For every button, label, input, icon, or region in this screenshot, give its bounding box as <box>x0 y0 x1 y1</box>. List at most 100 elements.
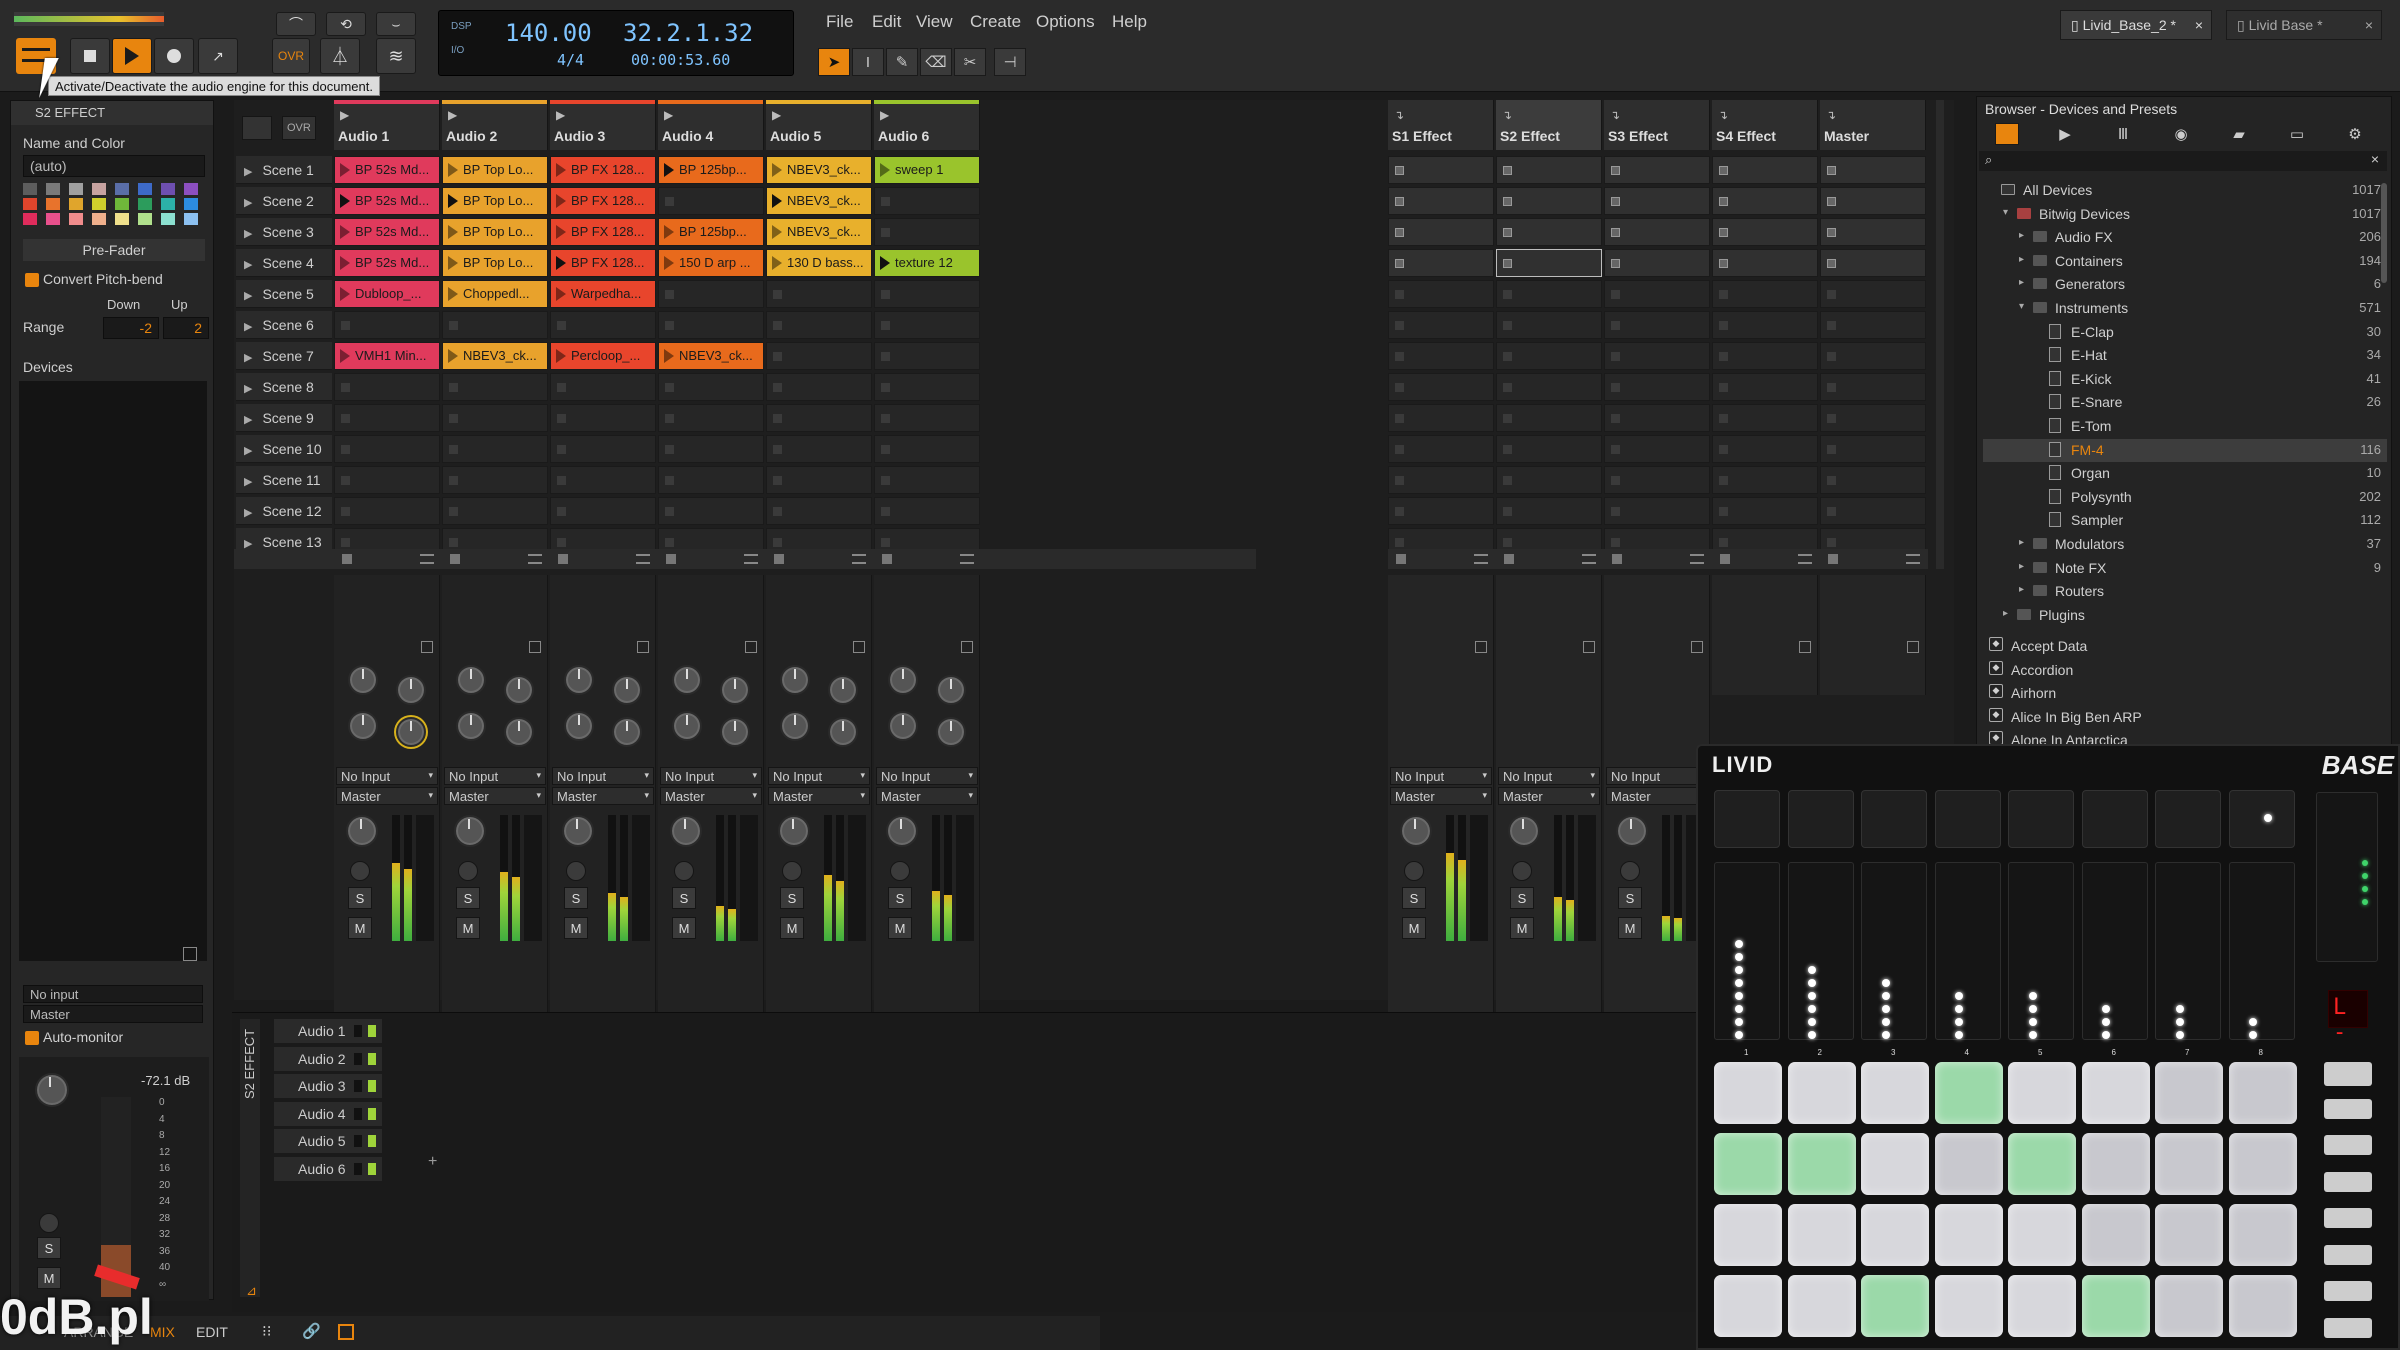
send-knob[interactable] <box>828 717 858 747</box>
punch-button[interactable]: ⌣ <box>376 12 416 36</box>
clip[interactable]: sweep 1 <box>875 157 979 183</box>
fx-clip-slot[interactable] <box>1604 373 1710 401</box>
output-select[interactable]: Master <box>23 1005 203 1023</box>
drum-pad[interactable] <box>1934 1275 2003 1337</box>
output-select[interactable]: Master▾ <box>444 787 546 805</box>
scene-launch-1[interactable]: ▶ Scene 1 <box>236 156 332 184</box>
scene-launch-11[interactable]: ▶ Scene 11 <box>236 466 332 494</box>
drum-pad[interactable] <box>1861 1275 1929 1337</box>
output-select[interactable]: Master▾ <box>1606 787 1708 805</box>
device-track-6[interactable]: Audio 6 <box>274 1156 382 1181</box>
clip-slot[interactable] <box>550 311 656 339</box>
track-header-2[interactable]: ▶ Audio 2 <box>442 100 548 150</box>
clip[interactable]: texture 12 <box>875 250 979 276</box>
fx-clip-slot[interactable] <box>1388 466 1494 494</box>
clip-slot[interactable] <box>658 497 764 525</box>
mute-button[interactable]: M <box>1618 917 1642 939</box>
input-select[interactable]: No Input▾ <box>768 767 870 785</box>
solo-button[interactable]: S <box>348 887 372 909</box>
menu-view[interactable]: View <box>916 12 953 32</box>
clip-slot[interactable] <box>550 435 656 463</box>
fx-clip-slot[interactable] <box>1388 373 1494 401</box>
clip-slot[interactable] <box>550 373 656 401</box>
clip[interactable]: Dubloop_... <box>335 281 439 307</box>
track-menu-icon[interactable] <box>1582 554 1596 564</box>
fx-clip-slot[interactable] <box>1712 342 1818 370</box>
mute-button[interactable]: M <box>37 1267 61 1289</box>
clip[interactable]: BP FX 128... <box>551 219 655 245</box>
browser-item-audio-fx[interactable]: ▸ Audio FX 206 <box>1983 226 2387 249</box>
groove-button[interactable]: ≋ <box>376 38 416 74</box>
menu-file[interactable]: File <box>826 12 853 32</box>
range-down-field[interactable]: -2 <box>103 317 159 339</box>
clip-slot[interactable] <box>442 466 548 494</box>
clip-slot[interactable] <box>874 435 980 463</box>
edit-tab[interactable]: EDIT <box>196 1324 228 1340</box>
side-button[interactable] <box>2324 1171 2372 1192</box>
solo-button[interactable]: S <box>780 887 804 909</box>
scene-launch-5[interactable]: ▶ Scene 5 <box>236 280 332 308</box>
device-track-1[interactable]: Audio 1 <box>274 1019 382 1043</box>
side-button[interactable] <box>2324 1244 2372 1265</box>
devices-area[interactable] <box>19 381 207 961</box>
clip[interactable]: BP Top Lo... <box>443 188 547 214</box>
output-select[interactable]: Master▾ <box>876 787 978 805</box>
browser-item-e-tom[interactable]: E-Tom <box>1983 415 2387 438</box>
drum-pad[interactable] <box>2155 1204 2223 1266</box>
preset-item[interactable]: ◆ Accordion <box>1983 659 2387 682</box>
send-knob[interactable] <box>936 675 966 705</box>
clip-slot[interactable] <box>550 404 656 432</box>
send-knob[interactable] <box>504 675 534 705</box>
fx-clip-slot[interactable] <box>1820 466 1926 494</box>
pan-knob[interactable] <box>778 815 810 847</box>
device-panel-toggle-icon[interactable] <box>1799 641 1811 653</box>
device-panel-toggle-icon[interactable] <box>1475 641 1487 653</box>
track-menu-icon[interactable] <box>960 554 974 564</box>
clip[interactable]: Warpedha... <box>551 281 655 307</box>
scene-launch-6[interactable]: ▶ Scene 6 <box>236 311 332 339</box>
position-display[interactable]: 32.2.1.32 <box>623 19 753 47</box>
drum-pad[interactable] <box>1787 1204 1856 1266</box>
color-swatch[interactable] <box>69 198 83 210</box>
scene-launch-7[interactable]: ▶ Scene 7 <box>236 342 332 370</box>
browser-item-e-clap[interactable]: E-Clap 30 <box>1983 321 2387 344</box>
color-swatch[interactable] <box>92 183 106 195</box>
clip-slot[interactable] <box>658 311 764 339</box>
clip-slot[interactable] <box>442 404 548 432</box>
clip-slot[interactable] <box>766 311 872 339</box>
input-select[interactable]: No Input▾ <box>1606 767 1708 785</box>
fx-track-header-1[interactable]: ↴ S1 Effect <box>1388 100 1494 150</box>
fx-clip-slot[interactable] <box>1388 404 1494 432</box>
solo-button[interactable]: S <box>564 887 588 909</box>
input-select[interactable]: No Input▾ <box>660 767 762 785</box>
drum-pad[interactable] <box>2155 1275 2223 1337</box>
fx-clip-slot[interactable] <box>1496 373 1602 401</box>
clip-slot[interactable] <box>766 466 872 494</box>
solo-button[interactable]: S <box>1402 887 1426 909</box>
send-knob[interactable] <box>348 665 378 695</box>
color-swatch[interactable] <box>184 183 198 195</box>
side-button[interactable] <box>2324 1281 2372 1301</box>
fx-track-header-3[interactable]: ↴ S3 Effect <box>1604 100 1710 150</box>
touch-fader[interactable] <box>2228 862 2295 1040</box>
clip-slot[interactable] <box>874 373 980 401</box>
pan-knob[interactable] <box>1616 815 1648 847</box>
clip[interactable]: 150 D arp ... <box>659 250 763 276</box>
browser-item-containers[interactable]: ▸ Containers 194 <box>1983 250 2387 273</box>
send-knob[interactable] <box>672 665 702 695</box>
track-menu-icon[interactable] <box>1906 554 1920 564</box>
fx-clip-slot[interactable] <box>1388 218 1494 246</box>
clip-slot[interactable] <box>766 497 872 525</box>
output-select[interactable]: Master▾ <box>768 787 870 805</box>
record-arm-button[interactable] <box>458 861 478 881</box>
clip[interactable]: 130 D bass... <box>767 250 871 276</box>
mute-button[interactable]: M <box>564 917 588 939</box>
touch-fader[interactable] <box>2081 862 2148 1040</box>
mute-button[interactable]: M <box>456 917 480 939</box>
touch-fader[interactable] <box>2008 862 2074 1040</box>
fx-clip-slot[interactable] <box>1388 311 1494 339</box>
clip-slot[interactable] <box>874 187 980 215</box>
close-icon[interactable]: × <box>2365 17 2373 33</box>
clip-slot[interactable] <box>442 311 548 339</box>
music-tab-icon[interactable]: ◉ <box>2169 123 2193 145</box>
